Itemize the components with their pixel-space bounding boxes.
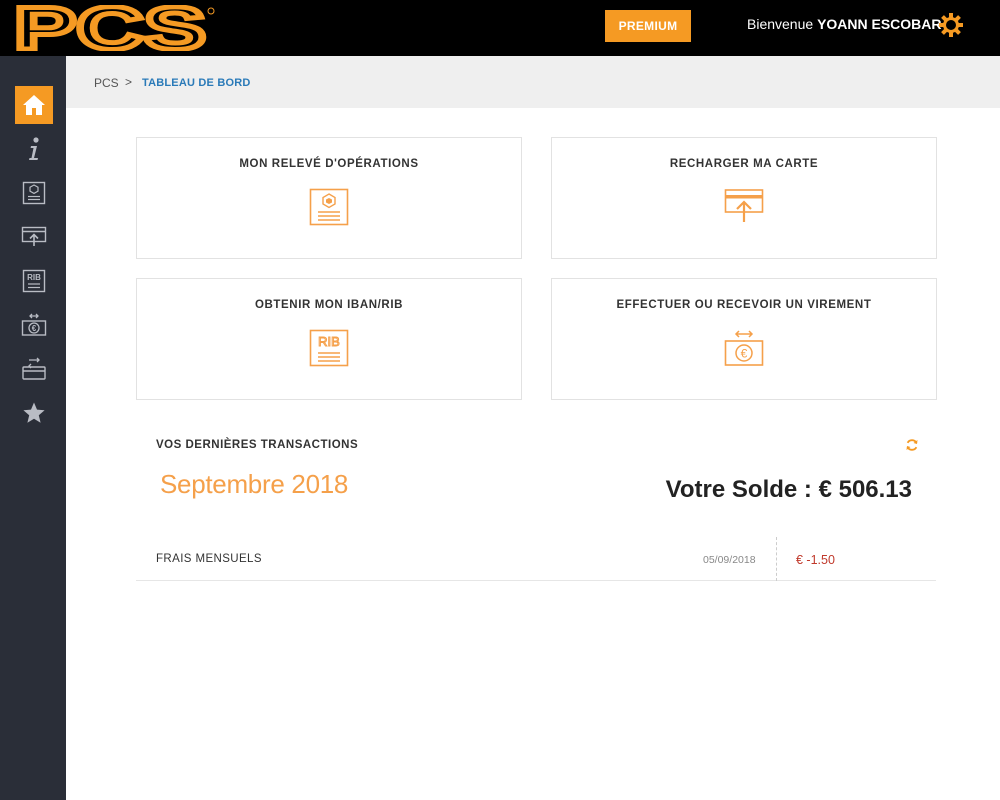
card-title: EFFECTUER OU RECEVOIR UN VIREMENT xyxy=(616,299,872,311)
transaction-date: 05/09/2018 xyxy=(703,554,756,566)
welcome-prefix: Bienvenue xyxy=(747,16,814,32)
svg-text:RIB: RIB xyxy=(27,273,41,282)
welcome-message: Bienvenue YOANN ESCOBAR xyxy=(747,16,942,32)
sidebar-item-home[interactable] xyxy=(15,86,53,124)
transfer-icon: € xyxy=(21,313,47,336)
card-title: RECHARGER MA CARTE xyxy=(669,158,819,170)
balance-label: Votre Solde : € 506.13 xyxy=(665,476,912,503)
statement-card[interactable]: MON RELEVÉ D'OPÉRATIONS xyxy=(136,137,522,259)
info-icon xyxy=(29,137,39,160)
breadcrumb: PCS > TABLEAU DE BORD xyxy=(66,56,1000,108)
top-bar: PCS PREMIUM Bienvenue YOANN ESCOBAR xyxy=(0,0,1000,56)
statement-icon xyxy=(22,181,46,205)
transfer-card[interactable]: EFFECTUER OU RECEVOIR UN VIREMENT € xyxy=(551,278,937,400)
star-icon xyxy=(23,402,45,423)
table-row[interactable]: FRAIS MENSUELS 05/09/2018 € -1.50 xyxy=(136,537,936,581)
sidebar-item-recharge[interactable] xyxy=(15,218,53,256)
sidebar-item-transfer[interactable]: € xyxy=(15,306,53,344)
month-label: Septembre 2018 xyxy=(160,469,349,499)
recharge-card[interactable]: RECHARGER MA CARTE xyxy=(551,137,937,259)
breadcrumb-current: TABLEAU DE BORD xyxy=(142,77,251,89)
statement-icon xyxy=(309,188,349,226)
rib-icon: RIB xyxy=(309,329,349,367)
transactions-title: VOS DERNIÈRES TRANSACTIONS xyxy=(156,439,359,451)
sidebar-item-card-transfer[interactable] xyxy=(15,350,53,388)
breadcrumb-root-link[interactable]: PCS xyxy=(94,76,119,90)
svg-text:€: € xyxy=(741,347,748,361)
card-title: OBTENIR MON IBAN/RIB xyxy=(254,299,404,311)
sidebar: RIB € xyxy=(0,56,66,800)
card-transfer-icon xyxy=(22,357,46,380)
svg-text:RIB: RIB xyxy=(318,334,340,349)
transfer-icon: € xyxy=(724,330,764,366)
sidebar-item-favorites[interactable] xyxy=(15,394,53,432)
iban-rib-card[interactable]: OBTENIR MON IBAN/RIB RIB xyxy=(136,278,522,400)
transaction-amount: € -1.50 xyxy=(796,553,835,567)
svg-text:€: € xyxy=(32,324,37,333)
transaction-label: FRAIS MENSUELS xyxy=(156,553,262,565)
recharge-card-icon xyxy=(21,226,47,246)
gear-icon[interactable] xyxy=(937,11,965,39)
sidebar-item-rib[interactable]: RIB xyxy=(15,262,53,300)
svg-text:PCS: PCS xyxy=(14,5,206,51)
transactions-panel: VOS DERNIÈRES TRANSACTIONS Septembre 201… xyxy=(136,419,936,800)
pcs-logo[interactable]: PCS xyxy=(14,5,216,51)
rib-icon: RIB xyxy=(22,269,46,293)
recharge-card-icon xyxy=(724,189,764,222)
user-name[interactable]: YOANN ESCOBAR xyxy=(817,16,941,32)
refresh-icon[interactable] xyxy=(905,438,919,452)
row-divider xyxy=(776,537,777,581)
home-icon xyxy=(23,95,45,115)
card-title: MON RELEVÉ D'OPÉRATIONS xyxy=(239,158,419,170)
sidebar-item-info[interactable] xyxy=(15,130,53,168)
sidebar-item-statement[interactable] xyxy=(15,174,53,212)
premium-button[interactable]: PREMIUM xyxy=(605,10,691,42)
chevron-right-icon: > xyxy=(125,75,133,89)
